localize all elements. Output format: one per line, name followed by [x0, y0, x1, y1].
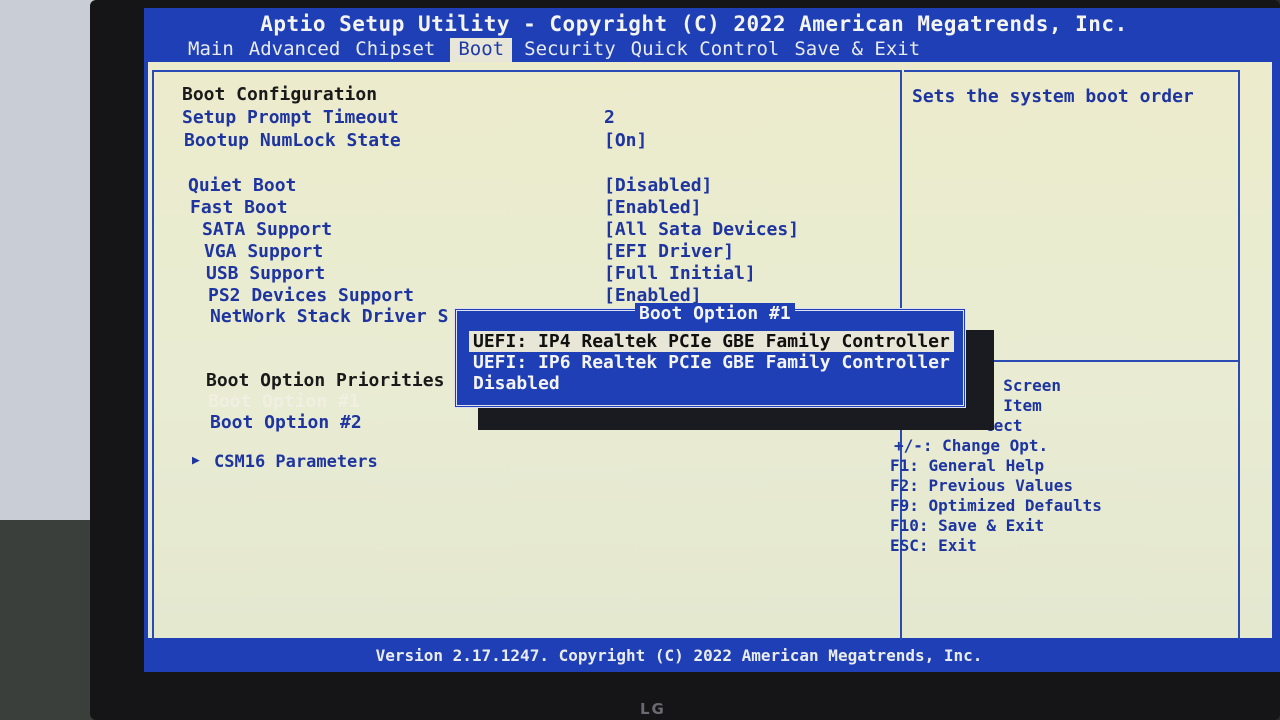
key-save-exit: F10: Save & Exit	[890, 516, 1045, 535]
popup-title: Boot Option #1	[635, 303, 795, 324]
tab-boot[interactable]: Boot	[450, 38, 513, 62]
boot-option-2-label[interactable]: Boot Option #2	[210, 412, 362, 433]
usb-support-label[interactable]: USB Support	[206, 263, 325, 284]
popup-option-ipv4[interactable]: UEFI: IP4 Realtek PCIe GBE Family Contro…	[469, 331, 954, 352]
popup-option-disabled[interactable]: Disabled	[469, 373, 564, 394]
tab-security[interactable]: Security	[524, 38, 627, 62]
help-description: Sets the system boot order	[912, 86, 1194, 107]
submenu-arrow-icon: ▶	[192, 453, 200, 468]
key-general-help: F1: General Help	[890, 456, 1045, 475]
bootup-numlock-value[interactable]: [On]	[604, 130, 647, 151]
popup-option-ipv6[interactable]: UEFI: IP6 Realtek PCIe GBE Family Contro…	[469, 352, 954, 373]
boot-option-1-label[interactable]: Boot Option #1	[208, 391, 360, 412]
tab-save-exit[interactable]: Save & Exit	[794, 38, 931, 62]
key-change-opt: +/-: Change Opt.	[894, 436, 1049, 455]
priorities-title: Boot Option Priorities	[206, 370, 445, 391]
sata-support-label[interactable]: SATA Support	[202, 219, 332, 240]
quiet-boot-value[interactable]: [Disabled]	[604, 175, 712, 196]
ps2-support-label[interactable]: PS2 Devices Support	[208, 285, 414, 306]
fast-boot-label[interactable]: Fast Boot	[190, 197, 288, 218]
key-previous-values: F2: Previous Values	[890, 476, 1074, 495]
section-title: Boot Configuration	[182, 84, 378, 105]
boot-option-popup: Boot Option #1 UEFI: IP4 Realtek PCIe GB…	[454, 303, 966, 408]
version-footer: Version 2.17.1247. Copyright (C) 2022 Am…	[375, 646, 983, 665]
bios-screen: Aptio Setup Utility - Copyright (C) 2022…	[144, 8, 1280, 672]
network-stack-label[interactable]: NetWork Stack Driver S	[210, 306, 448, 327]
usb-support-value[interactable]: [Full Initial]	[604, 263, 756, 284]
sata-support-value[interactable]: [All Sata Devices]	[604, 219, 799, 240]
setup-prompt-timeout-label[interactable]: Setup Prompt Timeout	[182, 107, 399, 128]
bootup-numlock-label[interactable]: Bootup NumLock State	[184, 130, 401, 151]
key-esc-exit: ESC: Exit	[890, 536, 977, 555]
menu-tabs: Main Advanced Chipset Boot Security Quic…	[188, 38, 935, 62]
csm16-parameters-label[interactable]: CSM16 Parameters	[214, 452, 378, 472]
vga-support-label[interactable]: VGA Support	[204, 241, 323, 262]
tab-main[interactable]: Main	[188, 38, 245, 62]
bios-title: Aptio Setup Utility - Copyright (C) 2022…	[260, 12, 1128, 36]
vga-support-value[interactable]: [EFI Driver]	[604, 241, 734, 262]
tab-chipset[interactable]: Chipset	[355, 38, 446, 62]
tab-quick-control[interactable]: Quick Control	[631, 38, 791, 62]
tab-advanced[interactable]: Advanced	[249, 38, 352, 62]
fast-boot-value[interactable]: [Enabled]	[604, 197, 702, 218]
key-optimized-defaults: F9: Optimized Defaults	[890, 496, 1102, 515]
quiet-boot-label[interactable]: Quiet Boot	[188, 175, 296, 196]
setup-prompt-timeout-value[interactable]: 2	[604, 107, 615, 128]
monitor-brand-logo: LG	[640, 700, 666, 718]
